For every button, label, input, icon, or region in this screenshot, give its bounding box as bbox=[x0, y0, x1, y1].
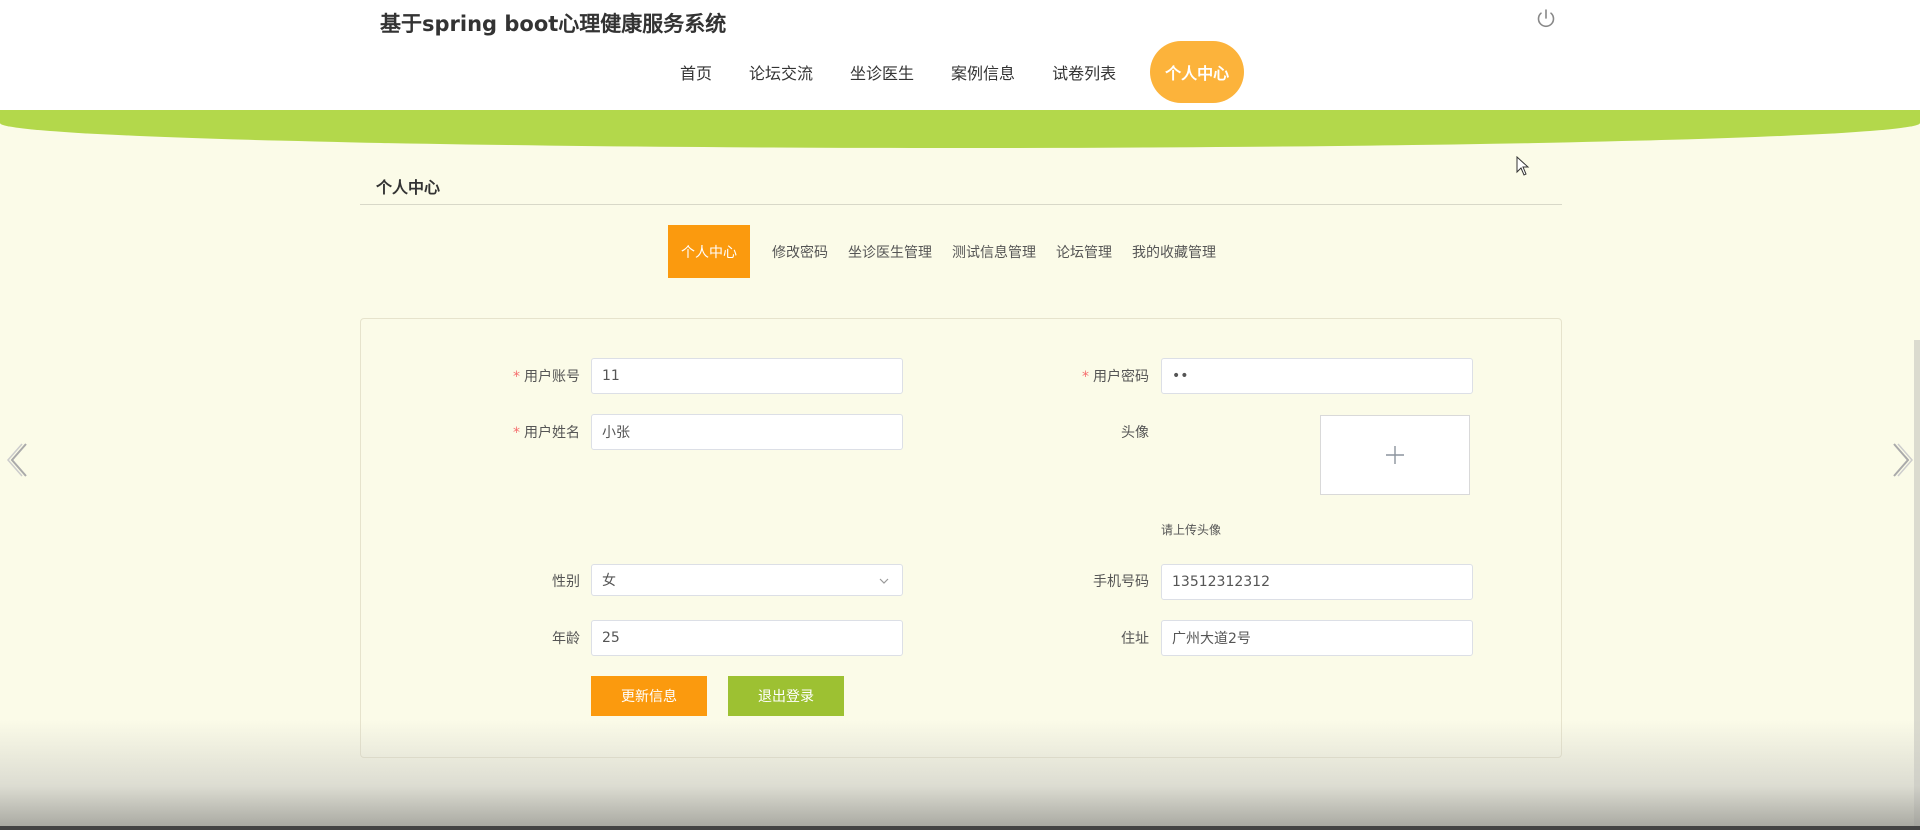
tab-doctor-management[interactable]: 坐诊医生管理 bbox=[848, 242, 932, 262]
password-label: * 用户密码 bbox=[1082, 369, 1149, 385]
avatar-upload-tip: 请上传头像 bbox=[1161, 523, 1222, 537]
page-title: 个人中心 bbox=[376, 178, 441, 197]
site-title: 基于spring boot心理健康服务系统 bbox=[380, 12, 727, 36]
age-label: 年龄 bbox=[552, 631, 580, 647]
chevron-down-icon bbox=[879, 578, 889, 584]
plus-icon bbox=[1386, 446, 1404, 464]
chevron-right-icon[interactable] bbox=[1890, 442, 1914, 478]
tab-change-password[interactable]: 修改密码 bbox=[772, 242, 828, 262]
mouse-cursor-icon bbox=[1516, 156, 1530, 176]
phone-label: 手机号码 bbox=[1093, 574, 1149, 590]
tab-favorites-management[interactable]: 我的收藏管理 bbox=[1132, 242, 1216, 262]
logout-button[interactable]: 退出登录 bbox=[728, 676, 844, 716]
profile-tabs: 个人中心 修改密码 坐诊医生管理 测试信息管理 论坛管理 我的收藏管理 bbox=[668, 225, 1236, 278]
age-input[interactable]: 25 bbox=[591, 620, 903, 656]
name-label: * 用户姓名 bbox=[513, 425, 580, 441]
page-scrollbar[interactable] bbox=[1914, 340, 1920, 826]
tab-test-management[interactable]: 测试信息管理 bbox=[952, 242, 1036, 262]
phone-input[interactable]: 13512312312 bbox=[1161, 564, 1473, 600]
name-input[interactable]: 小张 bbox=[591, 414, 903, 450]
nav-exams[interactable]: 试卷列表 bbox=[1052, 60, 1116, 84]
account-input[interactable]: 11 bbox=[591, 358, 903, 394]
nav-doctors[interactable]: 坐诊医生 bbox=[850, 60, 914, 84]
header-wave-band bbox=[0, 110, 1920, 148]
nav-home[interactable]: 首页 bbox=[680, 60, 712, 84]
header: 基于spring boot心理健康服务系统 首页 论坛交流 坐诊医生 案例信息 … bbox=[0, 0, 1920, 110]
nav-forum[interactable]: 论坛交流 bbox=[749, 60, 813, 84]
chevron-left-icon[interactable] bbox=[6, 442, 30, 478]
password-input[interactable]: •• bbox=[1161, 358, 1473, 394]
account-label: * 用户账号 bbox=[513, 369, 580, 385]
bottom-edge bbox=[0, 826, 1920, 830]
power-icon[interactable] bbox=[1534, 7, 1558, 31]
address-input[interactable]: 广州大道2号 bbox=[1161, 620, 1473, 656]
tab-profile[interactable]: 个人中心 bbox=[668, 225, 750, 278]
update-info-button[interactable]: 更新信息 bbox=[591, 676, 707, 716]
avatar-label: 头像 bbox=[1121, 425, 1149, 441]
address-label: 住址 bbox=[1121, 631, 1149, 647]
gender-label: 性别 bbox=[552, 574, 580, 590]
title-divider bbox=[360, 204, 1562, 205]
nav-cases[interactable]: 案例信息 bbox=[951, 60, 1015, 84]
main-nav: 首页 论坛交流 坐诊医生 案例信息 试卷列表 个人中心 bbox=[680, 44, 1242, 100]
tab-forum-management[interactable]: 论坛管理 bbox=[1056, 242, 1112, 262]
nav-profile[interactable]: 个人中心 bbox=[1153, 44, 1242, 100]
avatar-upload[interactable] bbox=[1320, 415, 1470, 495]
gender-select[interactable]: 女 bbox=[591, 564, 903, 596]
